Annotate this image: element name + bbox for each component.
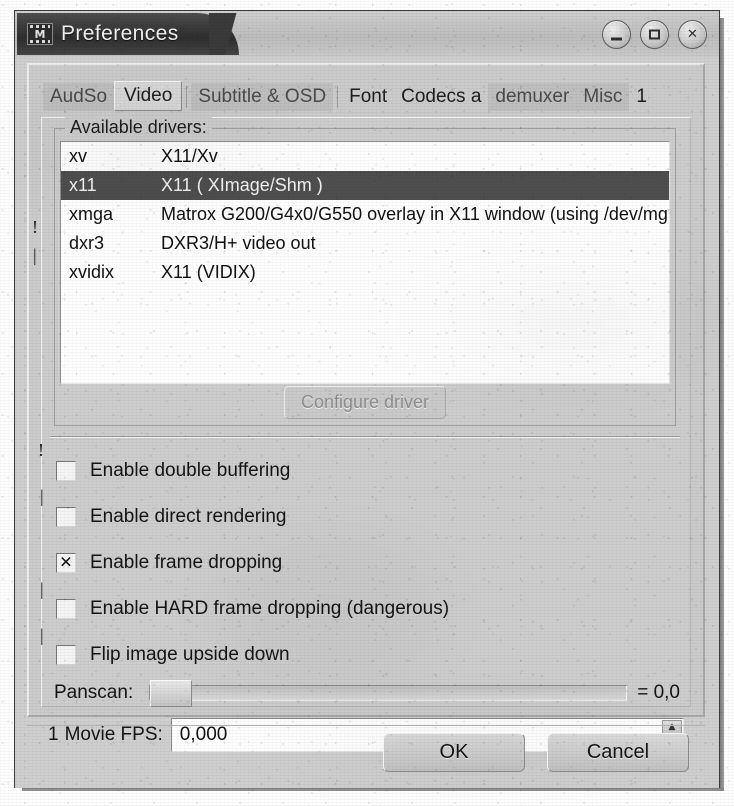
available-drivers-frame: Available drivers: xv X11/Xv x11 X11 ( X… <box>54 117 676 426</box>
table-row[interactable]: xv X11/Xv <box>61 142 669 171</box>
maximize-icon[interactable] <box>640 20 669 49</box>
checkbox-direct-rendering[interactable] <box>56 507 76 527</box>
title-bar[interactable]: M Preferences ✕ <box>15 11 719 57</box>
tab-audso[interactable]: AudSo <box>43 83 115 111</box>
driver-name: xmga <box>69 204 114 224</box>
close-icon[interactable]: ✕ <box>678 20 707 49</box>
configure-driver-row: Configure driver <box>55 386 675 419</box>
minimize-icon[interactable] <box>602 20 631 49</box>
driver-desc: X11/Xv <box>161 146 218 166</box>
tab-video[interactable]: Video <box>114 81 183 111</box>
checkbox-label: Flip image upside down <box>90 644 290 665</box>
tab-divider <box>337 86 339 108</box>
tab-strip: AudSo Video Subtitle & OSD Font Codecs a… <box>43 75 697 111</box>
driver-desc: Matrox G200/G4x0/G550 overlay in X11 win… <box>161 204 668 224</box>
checkbox-row-double-buffering[interactable]: Enable double buffering <box>56 448 678 494</box>
checkbox-row-flip-image[interactable]: Flip image upside down <box>56 632 678 678</box>
driver-name: xvidix <box>69 262 115 282</box>
checkbox-row-frame-dropping[interactable]: Enable frame dropping <box>56 540 678 586</box>
title-tab: M Preferences <box>17 13 269 55</box>
driver-name: xv <box>69 146 87 166</box>
checkbox-flip-image[interactable] <box>56 645 76 665</box>
panscan-slider[interactable] <box>149 680 628 707</box>
dialog-action-bar: OK Cancel <box>27 725 705 779</box>
preferences-notebook: AudSo Video Subtitle & OSD Font Codecs a… <box>27 63 705 752</box>
available-drivers-label: Available drivers: <box>65 117 212 138</box>
driver-name: dxr3 <box>69 233 105 253</box>
mplayer-film-icon: M <box>27 23 53 45</box>
panscan-slider-thumb[interactable] <box>150 680 193 707</box>
drivers-listbox[interactable]: xv X11/Xv x11 X11 ( XImage/Shm ) xmga Ma… <box>60 141 670 384</box>
panscan-row: Panscan: = 0,0 <box>54 678 680 708</box>
dialog-body: AudSo Video Subtitle & OSD Font Codecs a… <box>15 57 719 788</box>
checkbox-label: Enable double buffering <box>90 460 291 481</box>
driver-desc: X11 ( XImage/Shm ) <box>161 175 323 195</box>
driver-desc: X11 (VIDIX) <box>161 262 256 282</box>
video-options-group: Enable double buffering Enable direct re… <box>56 448 678 678</box>
tab-subtitle-osd[interactable]: Subtitle & OSD <box>191 83 334 111</box>
tab-codecs[interactable]: Codecs a <box>394 83 488 111</box>
driver-desc: DXR3/H+ video out <box>161 233 316 253</box>
panscan-label: Panscan: <box>54 682 134 703</box>
ok-button[interactable]: OK <box>383 733 525 772</box>
checkbox-label: Enable direct rendering <box>90 506 287 527</box>
checkbox-row-direct-rendering[interactable]: Enable direct rendering <box>56 494 678 540</box>
cancel-button[interactable]: Cancel <box>547 733 689 772</box>
tab-misc[interactable]: Misc <box>576 83 630 111</box>
table-row[interactable]: dxr3 DXR3/H+ video out <box>61 229 669 258</box>
checkbox-label: Enable HARD frame dropping (dangerous) <box>90 598 450 619</box>
checkbox-row-hard-frame-dropping[interactable]: Enable HARD frame dropping (dangerous) <box>56 586 678 632</box>
table-row[interactable]: xmga Matrox G200/G4x0/G550 overlay in X1… <box>61 200 669 229</box>
checkbox-hard-frame-dropping[interactable] <box>56 599 76 619</box>
window-controls: ✕ <box>602 20 707 49</box>
table-row[interactable]: x11 X11 ( XImage/Shm ) <box>61 171 669 200</box>
tab-demuxer[interactable]: demuxer <box>488 83 577 111</box>
checkbox-double-buffering[interactable] <box>56 461 76 481</box>
panscan-value: = 0,0 <box>637 682 680 703</box>
preferences-window: M Preferences ✕ AudSo Video Subtitle & O… <box>14 10 720 788</box>
driver-name: x11 <box>69 175 97 195</box>
tab-font[interactable]: Font <box>342 83 394 111</box>
table-row[interactable]: xvidix X11 (VIDIX) <box>61 258 669 287</box>
section-divider <box>50 436 680 438</box>
checkbox-frame-dropping[interactable] <box>56 553 76 573</box>
video-tab-page: Available drivers: xv X11/Xv x11 X11 ( X… <box>41 117 691 752</box>
tab-divider <box>186 86 188 108</box>
tab-extra[interactable]: 1 <box>629 83 654 111</box>
window-title: Preferences <box>61 22 179 45</box>
checkbox-label: Enable frame dropping <box>90 552 283 573</box>
configure-driver-button[interactable]: Configure driver <box>283 386 447 419</box>
